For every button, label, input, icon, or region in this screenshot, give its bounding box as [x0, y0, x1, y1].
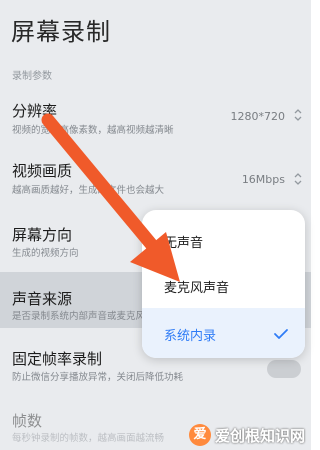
popup-option-microphone[interactable]: 麦克风声音 — [142, 263, 305, 308]
site-watermark: 爱 爱创根知识网 — [188, 424, 305, 446]
option-label: 无声音 — [164, 236, 204, 251]
checkmark-icon — [274, 329, 288, 339]
sound-source-popup: 无声音 麦克风声音 系统内录 — [142, 210, 305, 358]
watermark-text: 爱创根知识网 — [214, 426, 305, 445]
option-label: 麦克风声音 — [164, 281, 230, 296]
watermark-logo-icon: 爱 — [188, 424, 211, 446]
option-label: 系统内录 — [164, 329, 217, 344]
popup-option-no-sound[interactable]: 无声音 — [142, 218, 305, 263]
popup-option-system-internal[interactable]: 系统内录 — [142, 308, 305, 358]
